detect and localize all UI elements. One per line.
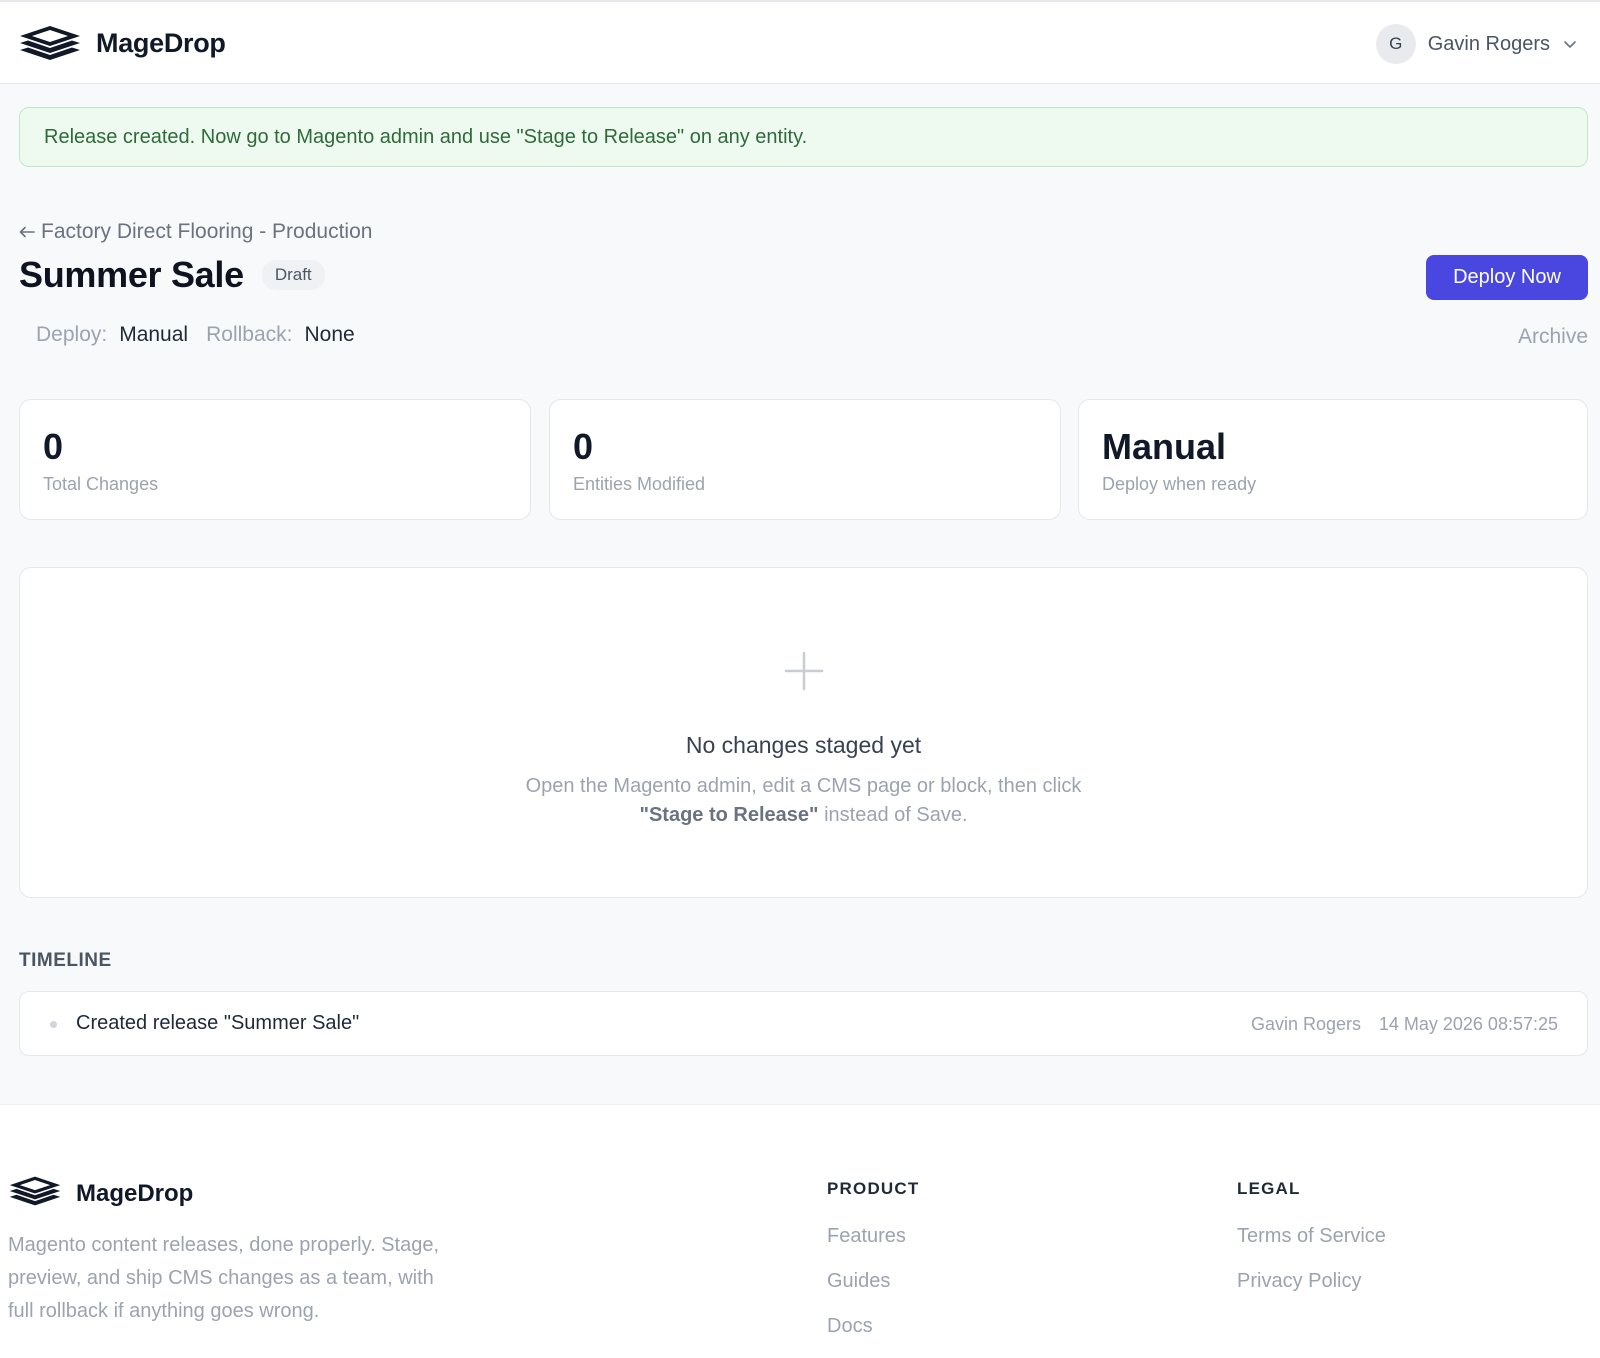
footer-link-privacy[interactable]: Privacy Policy [1237, 1270, 1386, 1293]
rollback-value: None [304, 323, 355, 346]
stat-value: 0 [43, 426, 64, 467]
stat-card-total-changes: 0 Total Changes [19, 399, 531, 520]
success-alert: Release created. Now go to Magento admin… [19, 107, 1588, 167]
footer-link-terms[interactable]: Terms of Service [1237, 1225, 1386, 1248]
footer-tagline: Magento content releases, done properly.… [8, 1234, 440, 1322]
stat-card-deploy-mode: Manual Deploy when ready [1078, 399, 1588, 520]
empty-state-description: Open the Magento admin, edit a CMS page … [20, 772, 1587, 830]
footer-column-heading: LEGAL [1237, 1179, 1301, 1198]
footer-column-product: PRODUCT Features Guides Docs [827, 1179, 919, 1338]
status-badge: Draft [261, 260, 325, 290]
top-header: MageDrop G Gavin Rogers [0, 0, 1600, 84]
stat-value: Manual [1102, 426, 1227, 467]
avatar: G [1375, 24, 1416, 64]
rollback-key: Rollback: [206, 323, 293, 346]
empty-state-title: No changes staged yet [685, 732, 922, 758]
footer-brand[interactable]: MageDrop [8, 1175, 193, 1212]
archive-button[interactable]: Archive [1518, 325, 1588, 349]
stat-label: Deploy when ready [1102, 474, 1257, 494]
magedrop-logo-icon [18, 24, 82, 62]
arrow-left-icon [19, 220, 35, 244]
release-meta: Deploy: Manual Rollback: None [36, 323, 361, 347]
timeline-dot-icon [50, 1021, 57, 1028]
deploy-value: Manual [119, 323, 189, 346]
back-link[interactable]: Factory Direct Flooring - Production [19, 220, 372, 244]
changes-empty-state: No changes staged yet Open the Magento a… [19, 567, 1588, 898]
deploy-key: Deploy: [36, 323, 108, 346]
brand-name: MageDrop [96, 27, 226, 58]
chevron-down-icon [1562, 36, 1578, 52]
stat-label: Entities Modified [573, 474, 706, 494]
brand[interactable]: MageDrop [18, 24, 226, 62]
page-title: Summer Sale [19, 254, 244, 295]
alert-message: Release created. Now go to Magento admin… [44, 125, 808, 148]
footer-link-docs[interactable]: Docs [827, 1315, 919, 1338]
timeline-event: Created release "Summer Sale" [76, 1012, 360, 1034]
stat-card-entities-modified: 0 Entities Modified [549, 399, 1061, 520]
footer-column-legal: LEGAL Terms of Service Privacy Policy [1237, 1179, 1386, 1293]
user-menu[interactable]: G Gavin Rogers [1375, 24, 1578, 64]
empty-state-line-2-rest: instead of Save. [818, 804, 968, 826]
site-footer: MageDrop Magento content releases, done … [0, 1104, 1600, 1358]
empty-state-line-1: Open the Magento admin, edit a CMS page … [525, 775, 1082, 797]
footer-column-heading: PRODUCT [827, 1179, 920, 1198]
stat-value: 0 [573, 426, 594, 467]
magedrop-logo-icon [8, 1175, 62, 1212]
empty-state-line-2: "Stage to Release" instead of Save. [20, 801, 1587, 830]
footer-link-guides[interactable]: Guides [827, 1270, 919, 1293]
deploy-now-button[interactable]: Deploy Now [1426, 255, 1588, 300]
title-row: Summer Sale Draft [19, 254, 325, 296]
footer-brand-name: MageDrop [76, 1179, 194, 1207]
timeline-user: Gavin Rogers [1250, 1014, 1361, 1034]
footer-link-features[interactable]: Features [827, 1225, 919, 1248]
stage-to-release-emphasis: "Stage to Release" [639, 804, 819, 826]
plus-icon [784, 651, 824, 696]
timeline-heading: TIMELINE [19, 950, 112, 971]
stat-label: Total Changes [43, 474, 159, 494]
back-link-label: Factory Direct Flooring - Production [41, 220, 373, 243]
user-name: Gavin Rogers [1427, 32, 1550, 55]
timeline-timestamp: 14 May 2026 08:57:25 [1378, 1014, 1558, 1034]
timeline-item: Created release "Summer Sale" Gavin Roge… [19, 991, 1588, 1056]
